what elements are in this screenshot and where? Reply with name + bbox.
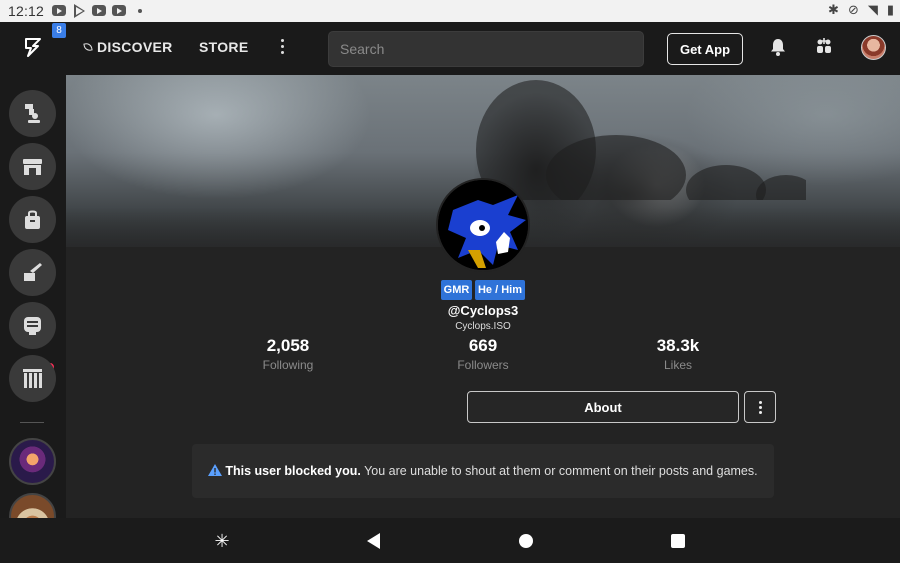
youtube-icon xyxy=(92,5,106,16)
wifi-icon: ◥ xyxy=(867,2,878,17)
profile-avatar[interactable] xyxy=(436,178,530,272)
game-thumbnail-1[interactable] xyxy=(9,438,56,485)
tag-badge-gmr: GMR xyxy=(441,280,472,300)
nav-store[interactable]: STORE xyxy=(199,39,248,55)
sidebar-item-chat[interactable] xyxy=(9,302,56,349)
stat-value: 669 xyxy=(468,336,498,355)
more-menu-icon[interactable] xyxy=(276,37,288,57)
profile-display-name: Cyclops.ISO xyxy=(455,321,511,332)
system-nav-bar: ✳ xyxy=(0,518,900,563)
nav-store-label: STORE xyxy=(199,39,249,55)
profile-page: GMR He / Him @Cyclops3 Cyclops.ISO 2,058… xyxy=(66,75,900,518)
stat-label: Followers xyxy=(457,358,509,372)
banner-silhouettes xyxy=(476,80,816,220)
profile-username: @Cyclops3 xyxy=(447,303,519,318)
bell-icon[interactable] xyxy=(768,37,788,57)
about-button[interactable]: About xyxy=(467,391,739,423)
friends-icon[interactable] xyxy=(814,37,834,57)
recent-apps-button[interactable] xyxy=(671,534,685,548)
system-icons: ✱ ⊘ ◥ ▮ xyxy=(828,2,894,18)
youtube-icon xyxy=(52,5,66,16)
nav-discover[interactable]: DISCOVER xyxy=(83,39,173,55)
notification-count-badge: 8 xyxy=(52,23,66,38)
create-icon xyxy=(24,263,42,281)
nav-discover-label: DISCOVER xyxy=(97,39,173,55)
logo-icon[interactable] xyxy=(22,36,44,58)
library-icon xyxy=(23,369,42,388)
stat-followers[interactable]: 669 Followers xyxy=(413,336,553,372)
assistant-icon[interactable]: ✳ xyxy=(213,532,231,550)
blocked-notice-title: This user blocked you. xyxy=(225,464,361,478)
home-button[interactable] xyxy=(519,534,533,548)
sidebar-item-library[interactable] xyxy=(9,355,56,402)
leaf-icon xyxy=(83,42,93,52)
search-input[interactable] xyxy=(328,31,644,67)
play-store-icon xyxy=(74,4,85,18)
youtube-icon xyxy=(112,5,126,16)
battery-icon: ▮ xyxy=(886,2,894,17)
stat-label: Likes xyxy=(663,358,692,372)
stat-label: Following xyxy=(262,358,314,372)
user-avatar[interactable] xyxy=(861,35,886,60)
profile-more-options-button[interactable] xyxy=(744,391,776,423)
sonic-avatar-image xyxy=(438,180,528,270)
stat-value: 2,058 xyxy=(266,336,310,355)
sidebar-item-bag[interactable] xyxy=(9,196,56,243)
bag-icon xyxy=(25,210,40,229)
warning-icon xyxy=(208,464,223,476)
chat-icon xyxy=(24,317,41,335)
blocked-notice-text: You are unable to shout at them or comme… xyxy=(364,464,758,478)
bluetooth-icon: ✱ xyxy=(828,2,839,17)
stat-likes[interactable]: 38.3k Likes xyxy=(608,336,748,372)
sidebar-item-create[interactable] xyxy=(9,249,56,296)
trophy-icon xyxy=(25,104,40,123)
sidebar xyxy=(0,75,66,540)
status-bar: 12:12 ✱ ⊘ ◥ ▮ xyxy=(0,0,900,22)
back-button[interactable] xyxy=(367,533,380,549)
stat-value: 38.3k xyxy=(656,336,700,355)
sidebar-divider xyxy=(20,422,44,423)
clock: 12:12 xyxy=(8,3,45,19)
sidebar-item-store[interactable] xyxy=(9,143,56,190)
store-icon xyxy=(23,159,42,175)
get-app-button[interactable]: Get App xyxy=(667,33,743,65)
blocked-notice: This user blocked you. You are unable to… xyxy=(192,444,774,498)
dnd-icon: ⊘ xyxy=(847,2,859,17)
stat-following[interactable]: 2,058 Following xyxy=(218,336,358,372)
more-notifications-icon xyxy=(138,9,142,13)
top-app-bar: 8 DISCOVER STORE Get App xyxy=(0,22,900,75)
tag-badge-pronouns: He / Him xyxy=(475,280,525,300)
sidebar-item-trophy[interactable] xyxy=(9,90,56,137)
